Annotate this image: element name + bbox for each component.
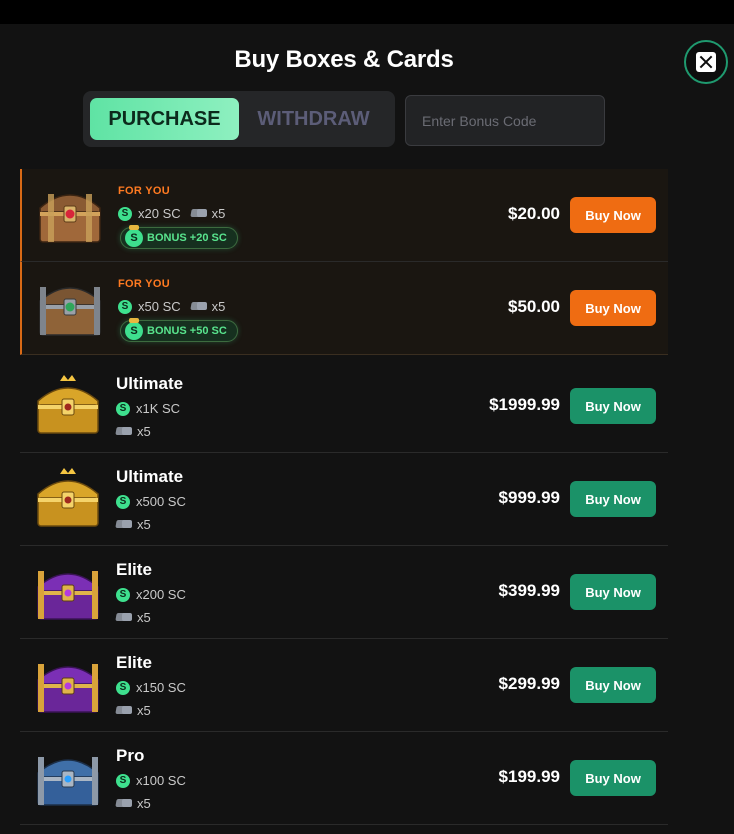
- cards-amount: x5: [211, 206, 226, 221]
- close-button[interactable]: [684, 40, 728, 84]
- offer-name: Ultimate: [116, 374, 184, 393]
- cards-icon: [116, 799, 132, 808]
- offer-row: Elite S x200 SC x5 $399.99 Buy Now: [20, 546, 668, 639]
- featured-offer-row: FOR YOU S x20 SC x5 S BONUS +20 SC $20.0…: [20, 169, 668, 262]
- for-you-tag: FOR YOU: [118, 278, 171, 290]
- sc-line: S x150 SC: [116, 680, 186, 695]
- cards-amount: x5: [137, 703, 151, 718]
- price: $50.00: [508, 297, 560, 316]
- bonus-badge: S BONUS +50 SC: [120, 318, 238, 342]
- bonus-code-input[interactable]: [405, 95, 605, 146]
- price: $999.99: [498, 488, 560, 507]
- cards-line: x5: [116, 517, 151, 532]
- reward-line: S x50 SC x5: [118, 299, 225, 314]
- buy-now-button[interactable]: Buy Now: [570, 760, 656, 796]
- chest-blue-icon: [37, 757, 99, 806]
- for-you-tag: FOR YOU: [118, 185, 171, 197]
- cards-icon: [116, 613, 132, 622]
- tab-purchase[interactable]: PURCHASE: [90, 98, 239, 140]
- chest-gold-icon: [37, 468, 99, 527]
- offer-row: Ultimate S x500 SC x5 $999.99 Buy Now: [20, 453, 668, 546]
- sc-amount: x50 SC: [138, 299, 181, 314]
- offer-row: Pro S x100 SC x5 $199.99 Buy Now: [20, 732, 668, 825]
- buy-now-button[interactable]: Buy Now: [570, 667, 656, 703]
- cards-amount: x5: [211, 299, 226, 314]
- cards-amount: x5: [137, 517, 151, 532]
- purchase-modal: Buy Boxes & Cards PURCHASE WITHDRAW FOR …: [0, 24, 734, 834]
- sc-amount: x20 SC: [138, 206, 181, 221]
- sweep-coin-icon: S: [116, 494, 130, 509]
- gift-coin-icon: S: [125, 225, 143, 247]
- price: $1999.99: [489, 395, 560, 414]
- cards-line: x5: [116, 703, 151, 718]
- offer-row: Ultimate S x1K SC x5 $1999.99 Buy Now: [20, 360, 668, 453]
- offer-name: Elite: [116, 560, 152, 579]
- cards-icon: [116, 706, 132, 715]
- sc-line: S x100 SC: [116, 773, 186, 788]
- featured-offer-row: FOR YOU S x50 SC x5 S BONUS +50 SC $50.0…: [20, 262, 668, 355]
- offer-row: Elite S x150 SC x5 $299.99 Buy Now: [20, 639, 668, 732]
- bonus-label: BONUS +50 SC: [147, 325, 227, 337]
- sweep-coin-icon: S: [118, 299, 132, 314]
- sc-line: S x200 SC: [116, 587, 186, 602]
- close-icon: [696, 52, 716, 72]
- cards-icon: [191, 209, 207, 218]
- cards-icon: [116, 520, 132, 529]
- price: $20.00: [508, 204, 560, 223]
- modal-title: Buy Boxes & Cards: [234, 46, 454, 73]
- bonus-label: BONUS +20 SC: [147, 232, 227, 244]
- cards-icon: [191, 302, 207, 311]
- sc-amount: x150 SC: [136, 680, 186, 695]
- sc-amount: x500 SC: [136, 494, 186, 509]
- sweep-coin-icon: S: [118, 206, 132, 221]
- gift-coin-icon: S: [125, 318, 143, 340]
- offer-name: Elite: [116, 653, 152, 672]
- buy-now-button[interactable]: Buy Now: [570, 481, 656, 517]
- buy-now-button[interactable]: Buy Now: [570, 574, 656, 610]
- chest-steel-gem-icon: [39, 287, 101, 336]
- sweep-coin-icon: S: [116, 773, 130, 788]
- chest-purple-icon: [37, 571, 99, 620]
- offer-list: FOR YOU S x20 SC x5 S BONUS +20 SC $20.0…: [20, 169, 668, 825]
- sweep-coin-icon: S: [116, 401, 130, 416]
- sc-line: S x500 SC: [116, 494, 186, 509]
- sc-amount: x200 SC: [136, 587, 186, 602]
- price: $299.99: [498, 674, 560, 693]
- offer-name: Pro: [116, 746, 145, 765]
- chest-gold-icon: [37, 375, 99, 434]
- cards-line: x5: [116, 796, 151, 811]
- buy-now-button[interactable]: Buy Now: [570, 388, 656, 424]
- sc-amount: x100 SC: [136, 773, 186, 788]
- sweep-coin-icon: S: [116, 587, 130, 602]
- buy-now-button[interactable]: Buy Now: [570, 197, 656, 233]
- sc-amount: x1K SC: [136, 401, 181, 416]
- price: $399.99: [498, 581, 560, 600]
- sc-line: S x1K SC: [116, 401, 180, 416]
- chest-purple-icon: [37, 664, 99, 713]
- cards-line: x5: [116, 610, 151, 625]
- tab-withdraw[interactable]: WITHDRAW: [239, 98, 388, 140]
- chest-red-gem-icon: [39, 194, 101, 243]
- price: $199.99: [498, 767, 560, 786]
- cards-amount: x5: [137, 796, 151, 811]
- reward-line: S x20 SC x5: [118, 206, 225, 221]
- buy-now-button[interactable]: Buy Now: [570, 290, 656, 326]
- sweep-coin-icon: S: [116, 680, 130, 695]
- offer-name: Ultimate: [116, 467, 184, 486]
- bonus-badge: S BONUS +20 SC: [120, 225, 238, 249]
- tab-bar: PURCHASE WITHDRAW: [83, 91, 395, 147]
- cards-amount: x5: [137, 610, 151, 625]
- cards-line: x5: [116, 424, 151, 439]
- cards-icon: [116, 427, 132, 436]
- cards-amount: x5: [137, 424, 151, 439]
